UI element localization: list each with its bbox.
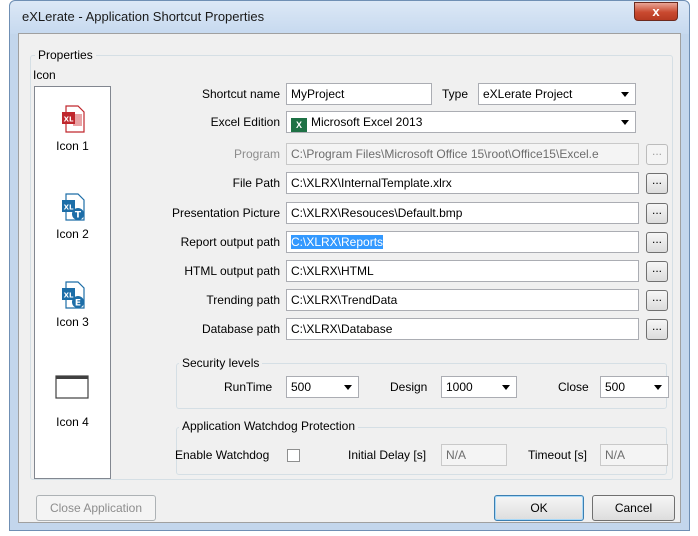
- timeout-label: Timeout [s]: [528, 448, 587, 462]
- initial-delay-input: N/A: [441, 444, 507, 466]
- database-browse-button[interactable]: ...: [646, 319, 668, 340]
- cancel-button[interactable]: Cancel: [592, 495, 675, 521]
- database-label: Database path: [201, 322, 280, 336]
- icon-option-4-label: Icon 4: [56, 415, 89, 429]
- close-level-value: 500: [605, 380, 626, 394]
- chevron-down-icon: [502, 385, 510, 390]
- presentation-picture-browse-button[interactable]: ...: [646, 203, 668, 224]
- properties-legend: Properties: [35, 48, 96, 62]
- watchdog-legend: Application Watchdog Protection: [179, 419, 358, 433]
- close-application-button: Close Application: [36, 495, 156, 521]
- dialog-window: eXLerate - Application Shortcut Properti…: [9, 0, 690, 531]
- chevron-down-icon: [621, 92, 629, 97]
- program-input: C:\Program Files\Microsoft Office 15\roo…: [286, 143, 639, 165]
- dialog-client-area: Properties Icon XL Icon 1 XL T Icon 2 XL…: [18, 33, 681, 523]
- html-output-input[interactable]: C:\XLRX\HTML: [286, 260, 639, 282]
- chevron-down-icon: [654, 385, 662, 390]
- close-level-label: Close: [558, 380, 589, 394]
- type-select[interactable]: eXLerate Project: [478, 83, 636, 105]
- file-path-label: File Path: [232, 176, 280, 190]
- design-value: 1000: [446, 380, 473, 394]
- security-levels-legend: Security levels: [179, 356, 263, 370]
- initial-delay-label: Initial Delay [s]: [348, 448, 427, 462]
- enable-watchdog-label: Enable Watchdog: [175, 448, 270, 462]
- type-label: Type: [442, 87, 469, 101]
- excel-engine-icon: XL E: [62, 281, 85, 309]
- icon-option-2-label: Icon 2: [56, 227, 89, 241]
- presentation-picture-label: Presentation Picture: [171, 206, 280, 220]
- html-output-browse-button[interactable]: ...: [646, 261, 668, 282]
- excel-icon: X: [291, 118, 307, 132]
- presentation-picture-input[interactable]: C:\XLRX\Resouces\Default.bmp: [286, 202, 639, 224]
- icon-option-3[interactable]: XL E Icon 3: [35, 281, 110, 361]
- program-label: Program: [233, 147, 280, 161]
- report-output-browse-button[interactable]: ...: [646, 232, 668, 253]
- runtime-select[interactable]: 500: [286, 376, 359, 398]
- icon-option-1[interactable]: XL Icon 1: [35, 105, 110, 185]
- icon-option-4[interactable]: Icon 4: [35, 375, 110, 455]
- report-output-selected-text: C:\XLRX\Reports: [291, 235, 384, 249]
- window-title: eXLerate - Application Shortcut Properti…: [22, 9, 265, 24]
- excel-edition-value: Microsoft Excel 2013: [311, 115, 423, 129]
- excel-edition-label: Excel Edition: [210, 115, 280, 129]
- file-path-browse-button[interactable]: ...: [646, 173, 668, 194]
- trending-browse-button[interactable]: ...: [646, 290, 668, 311]
- excel-red-file-icon: XL: [62, 105, 85, 133]
- excel-edition-select[interactable]: X Microsoft Excel 2013: [286, 111, 636, 133]
- design-select[interactable]: 1000: [441, 376, 517, 398]
- html-output-label: HTML output path: [184, 264, 280, 278]
- close-level-select[interactable]: 500: [600, 376, 669, 398]
- icon-option-1-label: Icon 1: [56, 139, 89, 153]
- svg-text:T: T: [75, 211, 82, 221]
- trending-input[interactable]: C:\XLRX\TrendData: [286, 289, 639, 311]
- title-bar[interactable]: eXLerate - Application Shortcut Properti…: [10, 1, 689, 34]
- shortcut-name-input[interactable]: MyProject: [286, 83, 432, 105]
- file-path-input[interactable]: C:\XLRX\InternalTemplate.xlrx: [286, 172, 639, 194]
- icon-label: Icon: [33, 68, 56, 82]
- shortcut-name-label: Shortcut name: [201, 87, 280, 101]
- report-output-input[interactable]: C:\XLRX\Reports: [286, 231, 639, 253]
- window-frame-icon: [55, 375, 89, 399]
- icon-option-2[interactable]: XL T Icon 2: [35, 193, 110, 273]
- svg-text:XL: XL: [64, 292, 74, 300]
- svg-text:XL: XL: [64, 204, 74, 212]
- enable-watchdog-checkbox[interactable]: [287, 449, 300, 462]
- close-window-button[interactable]: x: [634, 2, 678, 21]
- report-output-label: Report output path: [180, 235, 280, 249]
- icon-list[interactable]: XL Icon 1 XL T Icon 2 XL E Icon 3 Icon 4: [34, 86, 111, 479]
- svg-text:E: E: [75, 299, 81, 309]
- runtime-label: RunTime: [224, 380, 273, 394]
- ok-button[interactable]: OK: [494, 495, 584, 521]
- chevron-down-icon: [621, 120, 629, 125]
- trending-label: Trending path: [206, 293, 280, 307]
- runtime-value: 500: [291, 380, 312, 394]
- program-browse-button: ...: [646, 144, 668, 165]
- design-label: Design: [390, 380, 428, 394]
- database-input[interactable]: C:\XLRX\Database: [286, 318, 639, 340]
- svg-text:XL: XL: [64, 116, 74, 124]
- excel-template-icon: XL T: [62, 193, 85, 221]
- icon-option-3-label: Icon 3: [56, 315, 89, 329]
- chevron-down-icon: [344, 385, 352, 390]
- type-select-value: eXLerate Project: [483, 87, 573, 101]
- timeout-input: N/A: [600, 444, 668, 466]
